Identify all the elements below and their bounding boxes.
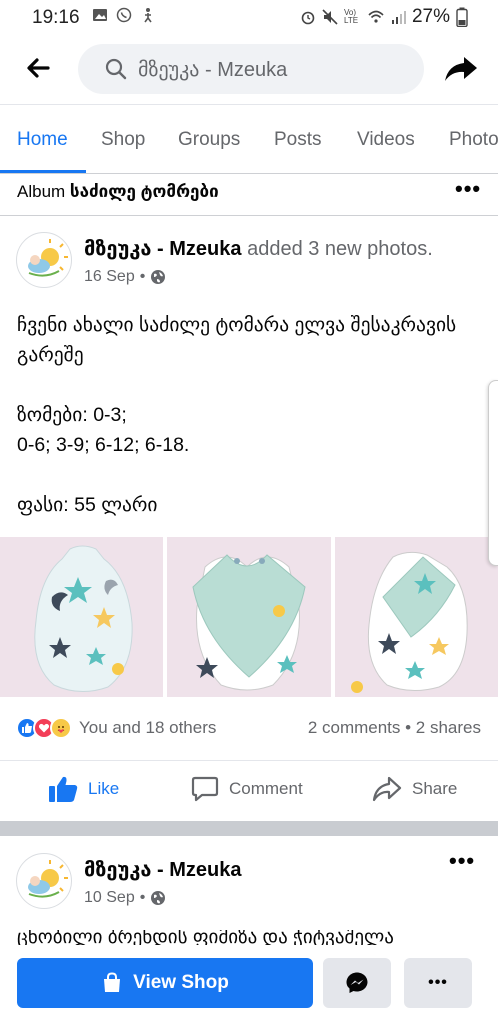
status-notification-icons (92, 7, 156, 23)
view-shop-label: View Shop (133, 972, 229, 993)
post-action-bar: Like Comment Share (0, 760, 498, 820)
post-2-text: ცნობილი ბრენდის ფიმიზა და ჭიტვაშელა (17, 930, 394, 945)
more-options-icon: ••• (428, 974, 448, 991)
viber-icon (116, 7, 132, 23)
album-prefix: Album (17, 182, 66, 201)
accessibility-icon (144, 8, 152, 23)
post-2-text-cutoff: ცნობილი ბრენდის ფიმიზა და ჭიტვაშელა (17, 930, 487, 945)
share-icon (372, 776, 402, 802)
tab-shop[interactable]: Shop (101, 129, 145, 151)
post-meta-2: 10 Sep • (84, 889, 166, 907)
share-label: Share (412, 779, 458, 798)
post-author-line-2: მზეუკა - Mzeuka (84, 857, 242, 882)
top-bar: მზეუკა - Mzeuka (0, 34, 498, 104)
shopping-bag-icon (104, 972, 121, 992)
tab-photos[interactable]: Photos (449, 129, 498, 151)
globe-icon (151, 270, 166, 284)
comment-icon (191, 776, 219, 802)
reactions-summary[interactable]: You and 18 others (16, 713, 216, 743)
post-date-2[interactable]: 10 Sep (84, 889, 135, 907)
wifi-icon (368, 10, 384, 23)
mzeuka-logo (28, 239, 68, 277)
status-bar: 19:16 Vo) LTE 27% (0, 0, 498, 34)
post-action: added 3 new photos. (247, 238, 433, 260)
mute-icon (322, 9, 338, 25)
search-input[interactable]: მზეუკა - Mzeuka (78, 44, 424, 94)
post-body: ჩვენი ახალი საძილე ტომარა ელვა შესაკრავი… (17, 310, 482, 520)
album-bar: Album საძილე ტომრები ••• (0, 174, 498, 216)
active-tab-indicator (0, 170, 86, 173)
post-text-line-2: ზომები: 0-3; 0-6; 3-9; 6-12; 6-18. (17, 404, 190, 456)
alarm-icon (301, 11, 315, 25)
thumbs-up-icon (49, 776, 78, 802)
lte-label: Vo) LTE (343, 8, 359, 25)
battery-text: 27% (411, 6, 450, 27)
meta-separator: • (139, 268, 146, 285)
comments-shares-count[interactable]: 2 comments • 2 shares (308, 718, 481, 738)
post-author-2[interactable]: მზეუკა - Mzeuka (84, 859, 242, 881)
care-reaction-icon (50, 717, 72, 739)
sleeping-bag-image-2 (192, 554, 306, 691)
battery-icon (456, 7, 468, 27)
post-date[interactable]: 16 Sep (84, 268, 135, 286)
reactions-text: You and 18 others (79, 718, 217, 737)
mzeuka-logo-2 (28, 860, 68, 898)
status-system-icons: Vo) LTE 27% (300, 6, 468, 28)
messenger-icon (346, 972, 368, 993)
search-icon (105, 58, 127, 80)
sleeping-bag-image-3 (350, 551, 468, 693)
comment-label: Comment (229, 779, 303, 798)
signal-icon (391, 11, 406, 24)
like-button[interactable]: Like (48, 775, 119, 803)
photo-2[interactable] (167, 537, 331, 697)
back-arrow-icon[interactable] (22, 52, 54, 84)
post-more-icon-2[interactable]: ••• (449, 848, 475, 874)
post-text-line-3: ფასი: 55 ლარი (17, 494, 158, 516)
share-arrow-icon[interactable] (442, 50, 480, 88)
more-options-button[interactable]: ••• (404, 958, 472, 1008)
photo-grid (0, 537, 498, 697)
comment-button[interactable]: Comment (191, 775, 303, 803)
like-label: Like (88, 779, 120, 798)
scrollbar-handle[interactable] (488, 380, 498, 566)
globe-icon (151, 891, 166, 905)
share-button[interactable]: Share (372, 775, 457, 803)
page-avatar-2[interactable] (16, 853, 72, 909)
photo-1[interactable] (0, 537, 164, 697)
post-meta: 16 Sep • (84, 268, 166, 286)
post-separator (0, 821, 498, 836)
sleeping-bag-image-1 (34, 545, 133, 692)
page-avatar[interactable] (16, 232, 72, 288)
gallery-icon (93, 9, 107, 21)
status-time: 19:16 (32, 7, 80, 28)
album-name: საძილე ტომრები (69, 182, 219, 201)
search-text: მზეუკა - Mzeuka (138, 59, 288, 81)
tab-groups[interactable]: Groups (178, 129, 240, 151)
tab-home[interactable]: Home (17, 129, 68, 151)
page-tabs: Home Shop Groups Posts Videos Photos (0, 104, 498, 174)
post-author[interactable]: მზეუკა - Mzeuka (84, 238, 242, 260)
post-text-line-1: ჩვენი ახალი საძილე ტომარა ელვა შესაკრავი… (17, 314, 457, 366)
tab-posts[interactable]: Posts (274, 129, 322, 151)
post-card-2: მზეუკა - Mzeuka 10 Sep • ••• (0, 836, 498, 945)
post-author-line: მზეუკა - Mzeuka added 3 new photos. (84, 236, 433, 261)
meta-separator-2: • (139, 889, 146, 906)
album-more-icon[interactable]: ••• (455, 176, 481, 202)
album-label[interactable]: Album საძილე ტომრები (17, 182, 219, 202)
messenger-button[interactable] (323, 958, 391, 1008)
bottom-action-bar: View Shop ••• (0, 945, 498, 1024)
view-shop-button[interactable]: View Shop (17, 958, 313, 1008)
photo-3[interactable] (334, 537, 498, 697)
tab-videos[interactable]: Videos (357, 129, 415, 151)
